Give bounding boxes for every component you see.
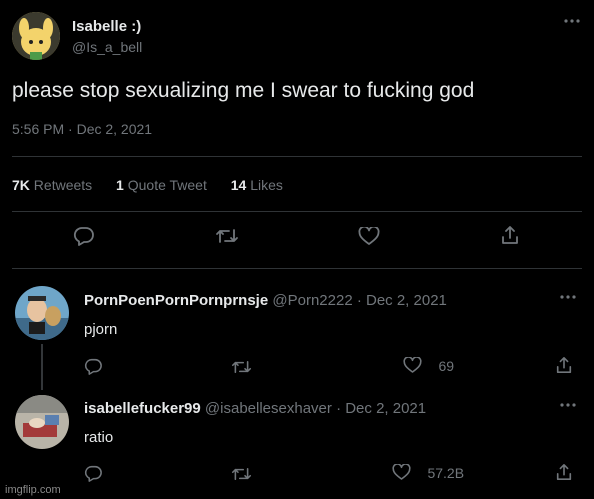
- retweets-stat[interactable]: 7K Retweets: [12, 177, 96, 193]
- likes-stat[interactable]: 14 Likes: [231, 177, 283, 193]
- reply-text: pjorn: [84, 321, 118, 338]
- like-icon[interactable]: [358, 227, 380, 246]
- like-count: 57.2B: [427, 464, 465, 481]
- reply-text: ratio: [84, 429, 114, 446]
- reply-header: PornPoenPornPornprnsje @Porn2222 · Dec 2…: [84, 292, 447, 309]
- quotes-stat[interactable]: 1 Quote Tweet: [116, 177, 211, 193]
- likes-count: 14: [230, 177, 247, 193]
- author-avatar[interactable]: [12, 12, 60, 60]
- divider: [12, 211, 582, 212]
- reply-avatar[interactable]: [15, 395, 69, 449]
- thread-line: [41, 344, 43, 390]
- reply-like-group[interactable]: 57.2B: [392, 464, 464, 482]
- reply-like-group[interactable]: 69: [403, 357, 454, 375]
- like-count: 69: [438, 357, 455, 374]
- retweets-label: Retweets: [33, 177, 93, 193]
- reply-icon[interactable]: [84, 465, 103, 482]
- more-icon[interactable]: [559, 402, 577, 408]
- reply-date[interactable]: · Dec 2, 2021: [357, 292, 447, 309]
- watermark: imgflip.com: [5, 484, 61, 496]
- divider: [12, 156, 582, 157]
- retweet-icon[interactable]: [231, 359, 252, 375]
- like-icon: [392, 464, 411, 481]
- share-icon[interactable]: [500, 225, 520, 245]
- reply-header: isabellefucker99 @isabellesexhaver · Dec…: [84, 400, 426, 417]
- tweet-timestamp[interactable]: 5:56 PM · Dec 2, 2021: [12, 121, 152, 137]
- retweet-icon[interactable]: [231, 466, 252, 482]
- reply-author-name[interactable]: PornPoenPornPornprnsje: [84, 292, 268, 309]
- reply-author-handle[interactable]: @isabellesexhaver: [205, 400, 332, 417]
- reply-icon[interactable]: [84, 358, 103, 375]
- author-name[interactable]: Isabelle :): [72, 18, 141, 35]
- reply-avatar[interactable]: [15, 286, 69, 340]
- retweet-icon[interactable]: [215, 227, 239, 245]
- more-icon[interactable]: [563, 18, 581, 24]
- share-icon[interactable]: [555, 356, 573, 374]
- like-icon: [403, 357, 422, 374]
- quotes-count: 1: [116, 177, 124, 193]
- tweet-stats: 7K Retweets 1 Quote Tweet 14 Likes: [12, 177, 283, 193]
- reply-date[interactable]: · Dec 2, 2021: [336, 400, 426, 417]
- quotes-label: Quote Tweet: [127, 177, 207, 193]
- divider: [12, 268, 582, 269]
- tweet-text: please stop sexualizing me I swear to fu…: [12, 79, 475, 102]
- retweets-count: 7K: [12, 177, 30, 193]
- share-icon[interactable]: [555, 463, 573, 481]
- reply-author-handle[interactable]: @Porn2222: [272, 292, 352, 309]
- reply-icon[interactable]: [73, 226, 95, 246]
- more-icon[interactable]: [559, 294, 577, 300]
- likes-label: Likes: [250, 177, 283, 193]
- reply-author-name[interactable]: isabellefucker99: [84, 400, 201, 417]
- author-handle[interactable]: @Is_a_bell: [72, 39, 142, 55]
